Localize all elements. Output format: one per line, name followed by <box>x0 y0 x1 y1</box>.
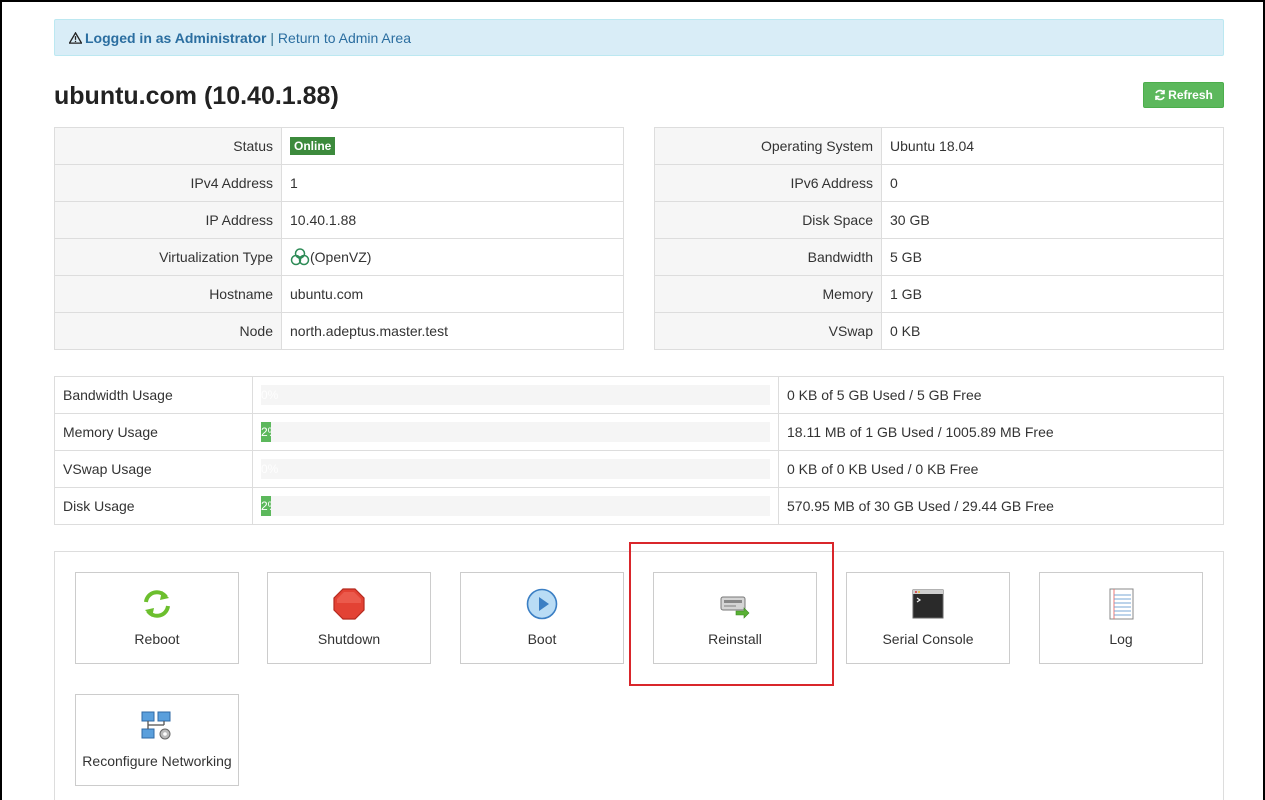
progress-bar: 2% <box>261 422 770 442</box>
shutdown-button[interactable]: Shutdown <box>267 572 431 664</box>
boot-label: Boot <box>527 631 557 647</box>
progress-bar: 0% <box>261 385 770 405</box>
reconfigure-networking-button[interactable]: Reconfigure Networking <box>75 694 239 786</box>
progress-fill: 2% <box>261 496 272 516</box>
usage-table: Bandwidth Usage 0% 0 KB of 5 GB Used / 5… <box>54 376 1224 525</box>
ip-address-label: IP Address <box>54 201 282 239</box>
table-row: Disk Usage 2% 570.95 MB of 30 GB Used / … <box>54 487 1224 525</box>
vswap-usage-label: VSwap Usage <box>54 450 253 488</box>
table-row: Disk Space 30 GB <box>654 201 1224 239</box>
progress-text: 2% <box>261 425 271 439</box>
server-info-table-left: Status Online IPv4 Address 1 IP Address … <box>54 127 624 350</box>
reboot-label: Reboot <box>134 631 180 647</box>
node-value: north.adeptus.master.test <box>281 312 624 350</box>
log-icon <box>1109 588 1134 620</box>
log-label: Log <box>1109 631 1133 647</box>
vswap-label: VSwap <box>654 312 882 350</box>
console-icon <box>912 589 944 619</box>
status-label: Status <box>54 127 282 165</box>
virtualization-type-value: (OpenVZ) <box>310 249 372 265</box>
table-row: Memory Usage 2% 18.11 MB of 1 GB Used / … <box>54 413 1224 451</box>
os-value: Ubuntu 18.04 <box>881 127 1224 165</box>
status-badge: Online <box>290 137 336 155</box>
bandwidth-usage-label: Bandwidth Usage <box>54 376 253 414</box>
table-row: IPv4 Address 1 <box>54 164 624 202</box>
ipv4-value: 1 <box>281 164 624 202</box>
memory-usage-label: Memory Usage <box>54 413 253 451</box>
memory-label: Memory <box>654 275 882 313</box>
stop-sign-icon <box>333 588 365 620</box>
progress-text: 0% <box>261 462 279 476</box>
table-row: Memory 1 GB <box>654 275 1224 313</box>
openvz-icon <box>290 248 310 266</box>
table-row: VSwap Usage 0% 0 KB of 0 KB Used / 0 KB … <box>54 450 1224 488</box>
memory-usage-detail: 18.11 MB of 1 GB Used / 1005.89 MB Free <box>778 413 1224 451</box>
table-row: Virtualization Type (OpenVZ) <box>54 238 624 276</box>
ipv4-label: IPv4 Address <box>54 164 282 202</box>
progress-text: 0% <box>261 388 279 402</box>
page-title: ubuntu.com (10.40.1.88) <box>54 82 339 110</box>
hostname-label: Hostname <box>54 275 282 313</box>
refresh-button[interactable]: Refresh <box>1143 82 1224 108</box>
table-row: Bandwidth Usage 0% 0 KB of 5 GB Used / 5… <box>54 376 1224 414</box>
hostname-value: ubuntu.com <box>281 275 624 313</box>
disk-usage-detail: 570.95 MB of 30 GB Used / 29.44 GB Free <box>778 487 1224 525</box>
vswap-value: 0 KB <box>881 312 1224 350</box>
warning-icon <box>69 32 82 44</box>
shutdown-label: Shutdown <box>317 631 381 647</box>
progress-text: 2% <box>261 499 271 513</box>
bandwidth-label: Bandwidth <box>654 238 882 276</box>
return-admin-link[interactable]: Return to Admin Area <box>278 30 411 46</box>
disk-space-label: Disk Space <box>654 201 882 239</box>
logged-in-link[interactable]: Logged in as Administrator <box>85 30 267 46</box>
ipv6-label: IPv6 Address <box>654 164 882 202</box>
table-row: IP Address 10.40.1.88 <box>54 201 624 239</box>
admin-alert: Logged in as Administrator | Return to A… <box>54 19 1224 56</box>
disk-usage-label: Disk Usage <box>54 487 253 525</box>
table-row: Bandwidth 5 GB <box>654 238 1224 276</box>
reboot-button[interactable]: Reboot <box>75 572 239 664</box>
disk-space-value: 30 GB <box>881 201 1224 239</box>
alert-separator: | <box>266 30 278 46</box>
reboot-icon <box>144 590 170 618</box>
ip-address-value: 10.40.1.88 <box>281 201 624 239</box>
table-row: Node north.adeptus.master.test <box>54 312 624 350</box>
refresh-label: Refresh <box>1168 88 1213 102</box>
serial-console-button[interactable]: Serial Console <box>846 572 1010 664</box>
log-button[interactable]: Log <box>1039 572 1203 664</box>
vswap-usage-detail: 0 KB of 0 KB Used / 0 KB Free <box>778 450 1224 488</box>
reinstall-highlight-box <box>629 542 834 686</box>
serial-console-label: Serial Console <box>882 631 974 647</box>
node-label: Node <box>54 312 282 350</box>
bandwidth-value: 5 GB <box>881 238 1224 276</box>
table-row: Operating System Ubuntu 18.04 <box>654 127 1224 165</box>
play-icon <box>526 588 558 620</box>
memory-value: 1 GB <box>881 275 1224 313</box>
bandwidth-usage-detail: 0 KB of 5 GB Used / 5 GB Free <box>778 376 1224 414</box>
table-row: VSwap 0 KB <box>654 312 1224 350</box>
table-row: Status Online <box>54 127 624 165</box>
table-row: Hostname ubuntu.com <box>54 275 624 313</box>
reconfigure-networking-label: Reconfigure Networking <box>82 753 232 769</box>
boot-button[interactable]: Boot <box>460 572 624 664</box>
ipv6-value: 0 <box>881 164 1224 202</box>
server-info-table-right: Operating System Ubuntu 18.04 IPv6 Addre… <box>654 127 1224 350</box>
refresh-icon <box>1155 89 1165 101</box>
progress-bar: 0% <box>261 459 770 479</box>
page-frame: Logged in as Administrator | Return to A… <box>0 0 1265 800</box>
progress-bar: 2% <box>261 496 770 516</box>
virtualization-type-label: Virtualization Type <box>54 238 282 276</box>
table-row: IPv6 Address 0 <box>654 164 1224 202</box>
network-icon <box>141 711 171 740</box>
os-label: Operating System <box>654 127 882 165</box>
progress-fill: 2% <box>261 422 272 442</box>
